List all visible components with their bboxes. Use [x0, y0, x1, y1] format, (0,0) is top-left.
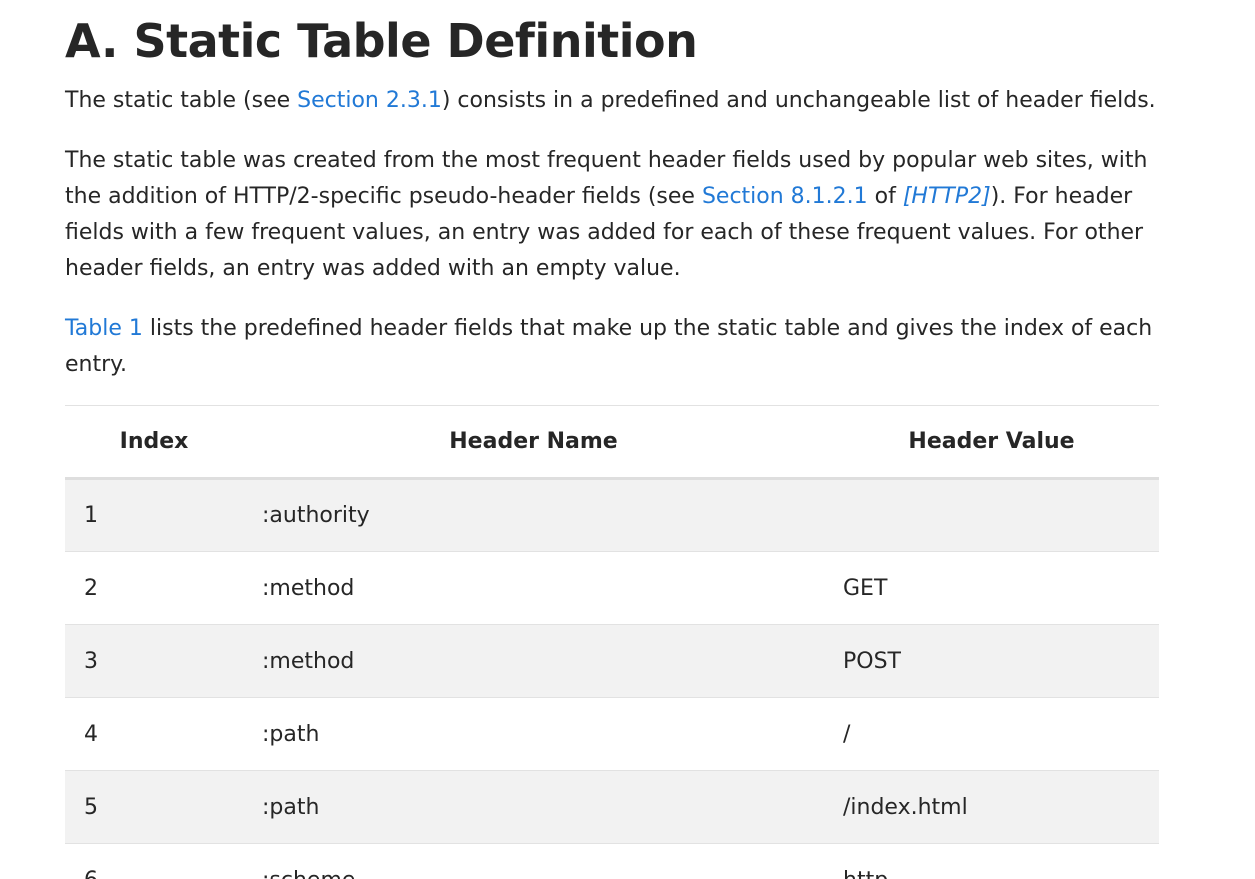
cell-header-name: :method: [262, 648, 355, 674]
cell-index: 6: [65, 844, 243, 879]
table-row: 1 :authority: [65, 478, 1159, 552]
http2-reference-link[interactable]: [HTTP2]: [903, 184, 991, 209]
cell-header-name: :scheme: [243, 844, 824, 879]
table-header-row: Index Header Name Header Value: [65, 405, 1159, 480]
table-row: 6 :scheme http: [65, 844, 1159, 879]
table-intro-paragraph: Table 1 lists the predefined header fiel…: [65, 311, 1159, 383]
static-table-container: Index Header Name Header Value 1 :author…: [65, 405, 1159, 879]
cell-index: 2: [84, 575, 98, 601]
cell-index: 4: [84, 721, 98, 747]
para1-text-after: ) consists in a predefined and unchangea…: [441, 88, 1156, 113]
table-1-link[interactable]: Table 1: [65, 316, 143, 341]
para1-text-before: The static table (see: [65, 88, 298, 113]
para2-text-middle: of: [867, 184, 903, 209]
para3-text-after: lists the predefined header fields that …: [65, 316, 1153, 377]
cell-header-name: :method: [262, 575, 355, 601]
section-2-3-1-link[interactable]: Section 2.3.1: [297, 88, 442, 113]
cell-index: 3: [84, 648, 98, 674]
cell-header-value: /index.html: [843, 794, 968, 820]
table-row: 3 :method POST: [65, 624, 1159, 698]
table-row: 2 :method GET: [65, 552, 1159, 625]
cell-index: 1: [84, 503, 98, 528]
cell-header-value: /: [843, 721, 851, 747]
cell-header-value: http: [824, 844, 1159, 879]
description-paragraph: The static table was created from the mo…: [65, 143, 1159, 287]
page-title: A. Static Table Definition: [65, 14, 698, 68]
cell-header-name: :path: [262, 794, 320, 820]
column-header-name: Header Name: [243, 405, 824, 480]
column-header-value: Header Value: [824, 405, 1159, 480]
cell-header-name: :path: [262, 721, 320, 747]
static-table: Index Header Name Header Value 1 :author…: [65, 405, 1159, 879]
cell-header-value: [824, 479, 1159, 552]
section-8-1-2-1-link[interactable]: Section 8.1.2.1: [702, 184, 868, 209]
column-header-index: Index: [65, 405, 243, 480]
table-row: 4 :path /: [65, 698, 1159, 771]
cell-header-value: POST: [843, 648, 901, 674]
table-row: 5 :path /index.html: [65, 770, 1159, 844]
cell-index: 5: [84, 794, 98, 820]
cell-header-name: :authority: [262, 503, 370, 528]
cell-header-value: GET: [843, 575, 888, 601]
intro-paragraph: The static table (see Section 2.3.1) con…: [65, 83, 1159, 119]
